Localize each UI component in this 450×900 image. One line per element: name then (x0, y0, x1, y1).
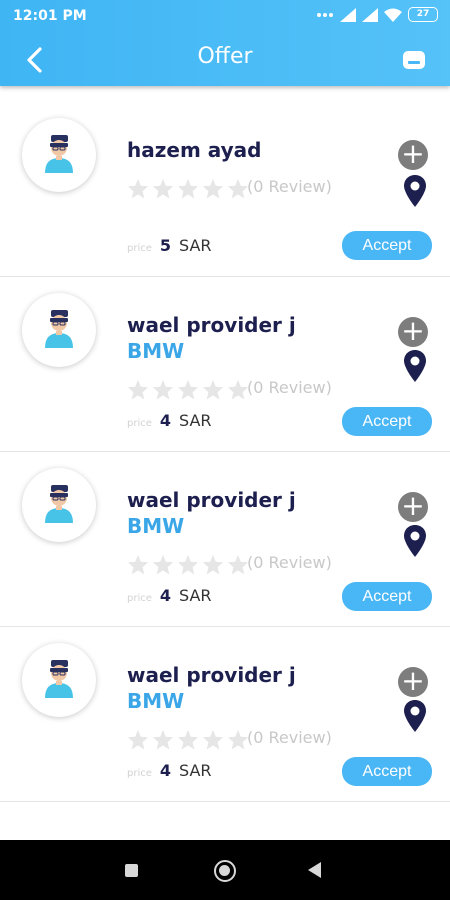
review-count: (0 Review) (247, 728, 332, 747)
map-pin-icon[interactable] (403, 174, 427, 208)
star-icon (152, 379, 174, 404)
star-icon (127, 554, 149, 579)
price-value: 5 (159, 236, 172, 255)
price-currency: SAR (179, 761, 212, 780)
plus-icon[interactable]: + (398, 317, 428, 347)
star-icon (227, 379, 249, 404)
price-row: price 4 SAR (127, 411, 212, 430)
app-header: 12:01 PM 27 Offer (0, 0, 450, 86)
signal-icon (340, 7, 356, 22)
car-brand: BMW (127, 689, 185, 713)
status-icons: 27 (316, 7, 438, 22)
provider-name: hazem ayad (127, 138, 262, 162)
provider-name: wael provider j (127, 313, 296, 337)
user-avatar-icon (39, 483, 79, 527)
status-time: 12:01 PM (13, 8, 87, 24)
avatar (22, 118, 96, 192)
provider-name: wael provider j (127, 488, 296, 512)
rating-stars (127, 178, 249, 203)
price-currency: SAR (179, 586, 212, 605)
user-avatar-icon (39, 133, 79, 177)
accept-button[interactable]: Accept (342, 231, 432, 260)
star-icon (227, 178, 249, 203)
signal-icon-2 (362, 7, 378, 22)
rating-stars (127, 379, 249, 404)
star-icon (152, 554, 174, 579)
price-row: price 4 SAR (127, 586, 212, 605)
star-icon (202, 178, 224, 203)
plus-icon[interactable]: + (398, 667, 428, 697)
price-currency: SAR (179, 411, 212, 430)
price-value: 4 (159, 761, 172, 780)
avatar (22, 643, 96, 717)
star-icon (227, 554, 249, 579)
star-icon (177, 729, 199, 754)
star-icon (177, 178, 199, 203)
wifi-icon (384, 8, 402, 22)
page-title: Offer (197, 44, 253, 69)
status-bar: 12:01 PM 27 (0, 0, 450, 32)
rating-stars (127, 729, 249, 754)
car-brand: BMW (127, 514, 185, 538)
offer-card: wael provider j BMW (0 Review) price 4 S… (0, 452, 450, 627)
avatar (22, 293, 96, 367)
map-pin-icon[interactable] (403, 349, 427, 383)
star-icon (202, 554, 224, 579)
price-label: price (127, 418, 152, 429)
recent-apps-button[interactable] (125, 864, 138, 877)
map-pin-icon[interactable] (403, 699, 427, 733)
user-avatar-icon (39, 658, 79, 702)
star-icon (202, 729, 224, 754)
system-back-button[interactable] (308, 862, 321, 878)
plus-icon[interactable]: + (398, 140, 428, 170)
price-value: 4 (159, 586, 172, 605)
review-count: (0 Review) (247, 378, 332, 397)
star-icon (152, 178, 174, 203)
star-icon (227, 729, 249, 754)
star-icon (202, 379, 224, 404)
user-avatar-icon (39, 308, 79, 352)
provider-name: wael provider j (127, 663, 296, 687)
price-row: price 5 SAR (127, 236, 212, 255)
review-count: (0 Review) (247, 553, 332, 572)
star-icon (152, 729, 174, 754)
price-label: price (127, 593, 152, 604)
accept-button[interactable]: Accept (342, 582, 432, 611)
system-nav-bar (0, 840, 450, 900)
price-label: price (127, 768, 152, 779)
battery-icon: 27 (408, 7, 438, 22)
plus-icon[interactable]: + (398, 492, 428, 522)
accept-button[interactable]: Accept (342, 407, 432, 436)
more-dots-icon (317, 12, 333, 17)
price-value: 4 (159, 411, 172, 430)
star-icon (127, 379, 149, 404)
star-icon (177, 379, 199, 404)
offer-list: hazem ayad (0 Review) price 5 SAR + Acce… (0, 102, 450, 802)
chat-icon[interactable] (402, 50, 426, 72)
home-button[interactable] (214, 860, 236, 882)
price-row: price 4 SAR (127, 761, 212, 780)
review-count: (0 Review) (247, 177, 332, 196)
accept-button[interactable]: Accept (342, 757, 432, 786)
map-pin-icon[interactable] (403, 524, 427, 558)
price-label: price (127, 243, 152, 254)
offer-card: hazem ayad (0 Review) price 5 SAR + Acce… (0, 102, 450, 277)
offer-card: wael provider j BMW (0 Review) price 4 S… (0, 277, 450, 452)
offer-card: wael provider j BMW (0 Review) price 4 S… (0, 627, 450, 802)
avatar (22, 468, 96, 542)
car-brand: BMW (127, 339, 185, 363)
star-icon (127, 729, 149, 754)
price-currency: SAR (179, 236, 212, 255)
star-icon (177, 554, 199, 579)
star-icon (127, 178, 149, 203)
rating-stars (127, 554, 249, 579)
